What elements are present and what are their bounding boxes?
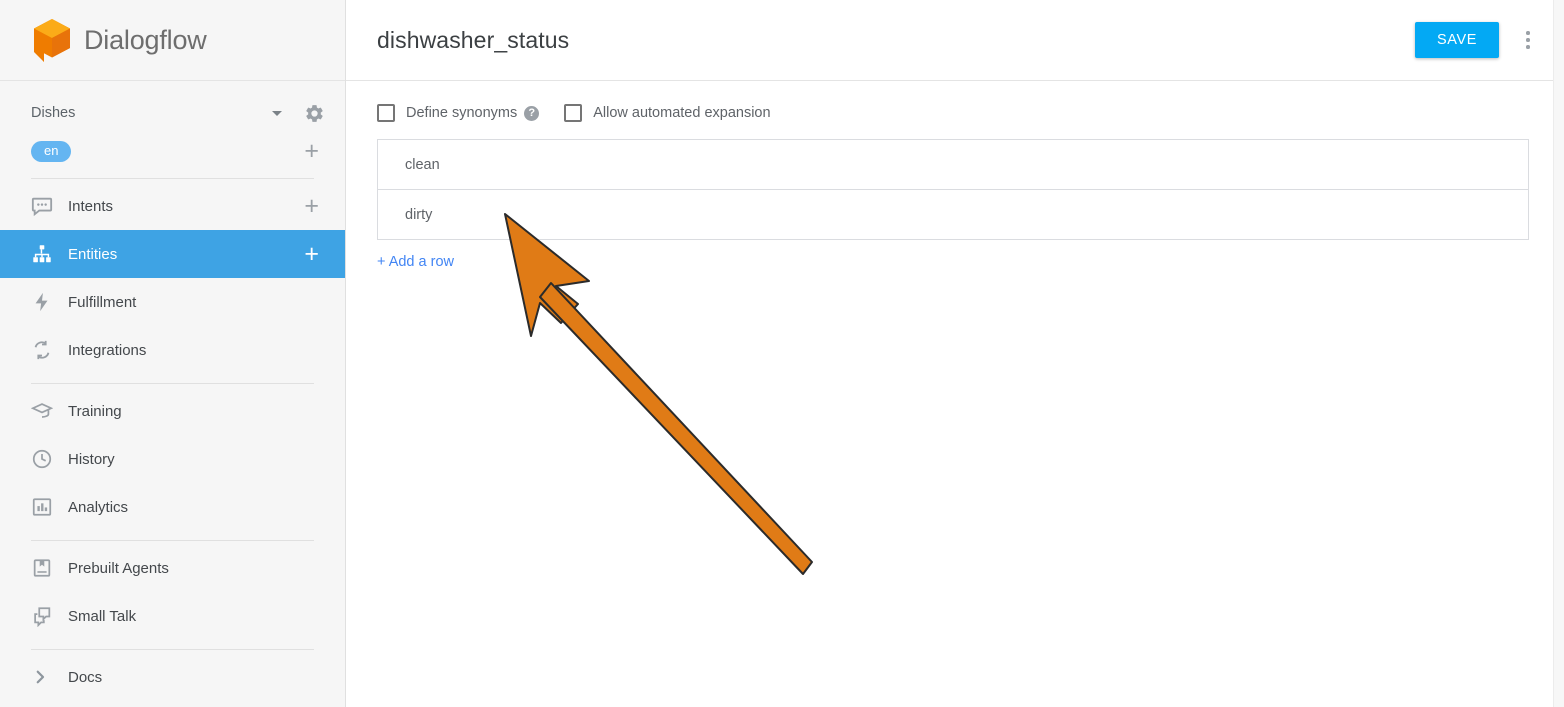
sidebar-item-label: Small Talk <box>68 607 137 625</box>
main-panel: dishwasher_status SAVE Define synonyms ?… <box>346 0 1564 707</box>
entity-content: Define synonyms ? Allow automated expans… <box>346 81 1564 271</box>
language-row: en + <box>0 133 345 169</box>
sidebar-item-analytics[interactable]: Analytics <box>0 483 345 531</box>
gear-icon[interactable] <box>304 103 325 124</box>
sidebar-item-label: Training <box>68 402 122 420</box>
sidebar-item-prebuilt-agents[interactable]: Prebuilt Agents <box>0 544 345 592</box>
sidebar-item-docs[interactable]: Docs <box>0 653 345 701</box>
sidebar-item-fulfillment[interactable]: Fulfillment <box>0 278 345 326</box>
agent-selector[interactable]: Dishes <box>0 93 345 133</box>
table-row[interactable]: dirty <box>378 190 1528 240</box>
help-circle-icon[interactable]: ? <box>524 105 540 121</box>
entity-table: clean dirty <box>377 139 1529 240</box>
allow-automated-expansion-checkbox[interactable] <box>564 104 583 122</box>
vertical-scrollbar[interactable] <box>1553 0 1564 707</box>
sidebar-item-label: Analytics <box>68 498 129 516</box>
sidebar: Dialogflow Dishes en + Intents + Entitie… <box>0 0 346 707</box>
sidebar-item-label: Prebuilt Agents <box>68 559 169 577</box>
dialogflow-cube-logo-icon <box>30 15 74 65</box>
save-button[interactable]: SAVE <box>1414 22 1499 58</box>
hierarchy-icon <box>31 243 57 265</box>
sidebar-item-label: Docs <box>68 668 103 686</box>
sidebar-item-label: Intents <box>68 197 114 215</box>
agent-name: Dishes <box>31 105 76 121</box>
language-chip-en[interactable]: en <box>31 140 72 162</box>
kebab-menu-icon[interactable] <box>1515 22 1541 58</box>
sidebar-item-intents[interactable]: Intents + <box>0 182 345 230</box>
allow-automated-expansion-label: Allow automated expansion <box>593 105 771 121</box>
sidebar-item-label: History <box>68 450 115 468</box>
refresh-arrows-icon <box>31 339 57 361</box>
sidebar-item-label: Fulfillment <box>68 293 137 311</box>
add-intent-plus-icon[interactable]: + <box>304 194 319 219</box>
dialogflow-app: Dialogflow Dishes en + Intents + Entitie… <box>0 0 1564 707</box>
table-row[interactable]: clean <box>378 140 1528 190</box>
nav-primary: Intents + Entities + Fulfillment Integra… <box>0 179 345 374</box>
sidebar-item-integrations[interactable]: Integrations <box>0 326 345 374</box>
sidebar-item-forum[interactable]: Forum <box>0 701 345 707</box>
chevron-down-icon[interactable] <box>272 110 282 116</box>
chevron-right-icon <box>31 668 57 686</box>
add-a-row-link[interactable]: + Add a row <box>377 254 454 270</box>
add-entity-plus-icon[interactable]: + <box>304 242 319 267</box>
bolt-icon <box>31 291 57 313</box>
brand-name: Dialogflow <box>84 24 207 55</box>
entity-options-row: Define synonyms ? Allow automated expans… <box>377 81 1528 139</box>
nav-links: Docs Forum <box>0 650 345 707</box>
brand-header: Dialogflow <box>0 0 345 81</box>
nav-secondary: Training History Analytics <box>0 384 345 531</box>
define-synonyms-label: Define synonyms <box>406 105 518 121</box>
define-synonyms-checkbox[interactable] <box>377 104 395 122</box>
sidebar-item-label: Integrations <box>68 341 147 359</box>
chat-bubble-icon <box>31 195 57 217</box>
bar-chart-icon <box>31 496 57 518</box>
chat-windows-icon <box>31 605 57 627</box>
page-title: dishwasher_status <box>377 26 570 53</box>
sidebar-item-history[interactable]: History <box>0 435 345 483</box>
topbar: dishwasher_status SAVE <box>346 0 1564 81</box>
sidebar-item-label: Entities <box>68 245 118 263</box>
add-language-plus-icon[interactable]: + <box>304 139 319 164</box>
sidebar-item-training[interactable]: Training <box>0 387 345 435</box>
sidebar-item-entities[interactable]: Entities + <box>0 230 345 278</box>
nav-tertiary: Prebuilt Agents Small Talk <box>0 541 345 640</box>
clock-icon <box>31 448 57 470</box>
sidebar-item-small-talk[interactable]: Small Talk <box>0 592 345 640</box>
bookmark-book-icon <box>31 557 57 579</box>
graduation-cap-icon <box>31 400 57 422</box>
